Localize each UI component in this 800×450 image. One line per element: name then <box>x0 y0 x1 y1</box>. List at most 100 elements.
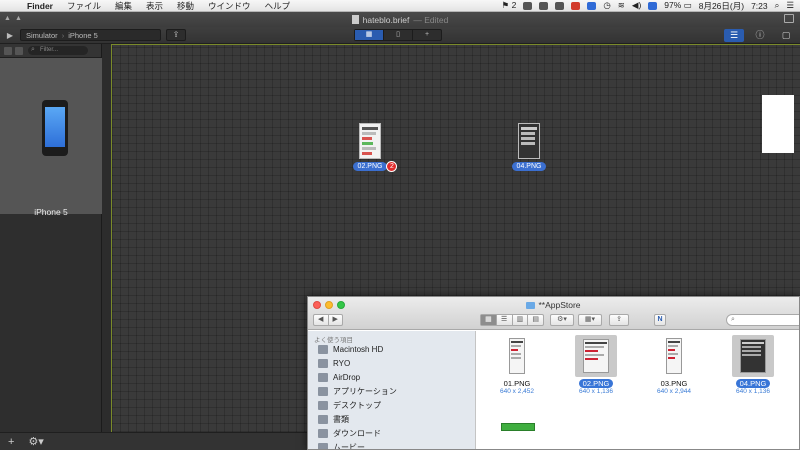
file-item[interactable]: 02.PNG 640 x 1,136 <box>566 335 626 395</box>
menu-app-finder[interactable]: Finder <box>20 1 60 11</box>
screen-node-02[interactable]: 02.PNG 2 <box>350 123 398 172</box>
settings-gear-icon[interactable]: ⚙▾ <box>28 435 43 448</box>
desktop-icon <box>318 400 328 410</box>
file-name: 04.PNG <box>735 379 771 388</box>
screen-thumbnail <box>518 123 540 159</box>
add-device-button[interactable]: + <box>8 436 14 448</box>
clock-icon[interactable]: ◷ <box>603 0 610 11</box>
finder-share-button[interactable]: ⇪ <box>609 314 629 326</box>
applications-icon <box>318 386 328 396</box>
finder-sidebar: よく使う項目 Macintosh HD RYO AirDrop アプリケーション… <box>308 331 476 449</box>
file-thumbnail <box>496 335 538 377</box>
finder-nav-buttons: ◀ ▶ <box>313 314 343 326</box>
action-gear-button[interactable]: ⚙▾ <box>550 314 574 326</box>
preview-panel-icon[interactable]: ▢ <box>776 29 796 42</box>
airdrop-icon <box>318 372 328 382</box>
spotlight-icon[interactable]: ⌕ <box>775 0 780 11</box>
menu-go[interactable]: 移動 <box>170 0 201 12</box>
finder-view-buttons: ▦ ☰ ▥ ▤ <box>480 314 544 326</box>
device-view-icon[interactable]: ▯ <box>384 30 413 40</box>
creative-cloud-icon[interactable] <box>539 1 549 10</box>
share-button[interactable]: ⇪ <box>166 29 186 41</box>
sidebar-filter-input[interactable]: Filter... <box>28 45 88 55</box>
screen-node-04[interactable]: 04.PNG <box>509 123 549 171</box>
app-title-bar: ▲ ▲ hateblo.brief — Edited <box>0 12 800 27</box>
menu-bar: Finder ファイル 編集 表示 移動 ウインドウ ヘルプ ⚑ 2 ◷ ≋ ◀… <box>0 0 800 12</box>
battery-percent: 97% <box>664 0 682 10</box>
add-icon[interactable]: + <box>413 30 441 40</box>
file-item[interactable]: 01.PNG 640 x 2,452 <box>487 335 547 395</box>
finder-search-input[interactable]: ⌕ <box>726 314 799 326</box>
menu-file[interactable]: ファイル <box>60 0 108 12</box>
coverflow-view-icon[interactable]: ▤ <box>528 315 543 325</box>
info-icon[interactable]: ⓘ <box>750 29 770 42</box>
view-mode-segmented: ▦ ▯ + <box>354 29 442 41</box>
file-dimensions: 640 x 2,944 <box>657 388 691 395</box>
notification-icon[interactable]: ⚑ 2 <box>502 0 517 11</box>
menu-edit[interactable]: 編集 <box>108 0 139 12</box>
volume-icon[interactable]: ◀) <box>632 0 641 11</box>
window-control-icon[interactable]: ▲ <box>15 15 22 22</box>
forward-button[interactable]: ▶ <box>329 315 343 325</box>
finder-window: **AppStore ◀ ▶ ▦ ☰ ▥ ▤ ⚙▾ ▦▾ ⇪ N ⌕ よく使う項目 Ma… <box>307 296 800 450</box>
hard-drive-icon <box>318 344 328 354</box>
list-panel-icon[interactable]: ☰ <box>724 29 744 42</box>
fullscreen-icon[interactable] <box>784 14 794 23</box>
icon-view-icon[interactable]: ▦ <box>481 315 497 325</box>
favorites-header: よく使う項目 <box>314 337 353 344</box>
sidebar-item-applications[interactable]: アプリケーション <box>308 384 475 398</box>
menu-help[interactable]: ヘルプ <box>258 0 298 12</box>
sidebar-item-documents[interactable]: 書類 <box>308 412 475 426</box>
sidebar-item-home[interactable]: RYO <box>308 356 475 370</box>
file-item[interactable]: 04.PNG 640 x 1,136 <box>723 335 783 395</box>
sidebar-toolbar: Filter... <box>0 44 101 58</box>
file-item-thumbnail[interactable] <box>501 423 535 431</box>
document-title: hateblo.brief <box>362 14 410 25</box>
evernote-icon[interactable] <box>523 1 533 10</box>
collapse-icon[interactable] <box>4 46 12 55</box>
movies-icon <box>318 442 328 449</box>
file-dimensions: 640 x 2,452 <box>500 388 534 395</box>
file-item[interactable]: 03.PNG 640 x 2,944 <box>644 335 704 395</box>
menu-window[interactable]: ウインドウ <box>201 0 258 12</box>
storyboard-view-icon[interactable]: ▦ <box>355 30 384 40</box>
back-button[interactable]: ◀ <box>314 315 329 325</box>
notification-center-icon[interactable]: ☰ <box>786 0 794 11</box>
menu-extras: ⚑ 2 ◷ ≋ ◀) 97% ▭ 8月26日(月) 7:23 ⌕ ☰ <box>502 0 800 12</box>
wifi-icon[interactable]: ≋ <box>618 0 625 11</box>
menubar-time[interactable]: 7:23 <box>751 1 768 11</box>
sidebar-item-downloads[interactable]: ダウンロード <box>308 426 475 440</box>
panel-toggles: ☰ ⓘ ▢ <box>724 29 796 42</box>
menubar-date[interactable]: 8月26日(月) <box>699 0 744 12</box>
file-thumbnail <box>575 335 617 377</box>
sync-icon[interactable] <box>555 1 565 10</box>
arrange-button[interactable]: ▦▾ <box>578 314 602 326</box>
list-view-icon[interactable]: ☰ <box>497 315 513 325</box>
sidebar-item-macintosh-hd[interactable]: Macintosh HD <box>308 342 475 356</box>
column-view-icon[interactable]: ▥ <box>513 315 529 325</box>
device-item-iphone5[interactable]: iPhone 5 <box>0 58 102 217</box>
sidebar-item-desktop[interactable]: デスクトップ <box>308 398 475 412</box>
input-method-icon[interactable] <box>648 1 658 10</box>
scheme-selector[interactable]: Simulator › iPhone 5 <box>20 29 161 41</box>
sidebar-item-movies[interactable]: ムービー <box>308 440 475 449</box>
device-name-label: iPhone 5 <box>34 207 68 217</box>
window-control-icon[interactable]: ▲ <box>4 15 11 22</box>
iphone-icon <box>42 100 68 156</box>
sidebar-item-airdrop[interactable]: AirDrop <box>308 370 475 384</box>
edited-status: — Edited <box>413 14 449 25</box>
app-red-icon[interactable] <box>571 1 581 10</box>
app-blue-icon[interactable] <box>587 1 597 10</box>
menu-view[interactable]: 表示 <box>139 0 170 12</box>
device-sidebar: Filter... iPhone 5 <box>0 44 102 434</box>
run-button[interactable]: ▶ <box>4 30 16 41</box>
battery-indicator[interactable]: 97% ▭ <box>664 0 691 11</box>
file-thumbnail <box>653 335 695 377</box>
expand-icon[interactable] <box>15 46 23 55</box>
n-app-icon[interactable]: N <box>654 314 666 326</box>
finder-file-area: 01.PNG 640 x 2,452 02.PNG 640 x 1,136 03… <box>477 331 799 449</box>
file-dimensions: 640 x 1,136 <box>579 388 613 395</box>
app-toolbar: ▶ Simulator › iPhone 5 ⇪ ▦ ▯ + ☰ ⓘ ▢ <box>0 27 800 44</box>
scheme-device: iPhone 5 <box>68 31 98 40</box>
home-icon <box>318 358 328 368</box>
